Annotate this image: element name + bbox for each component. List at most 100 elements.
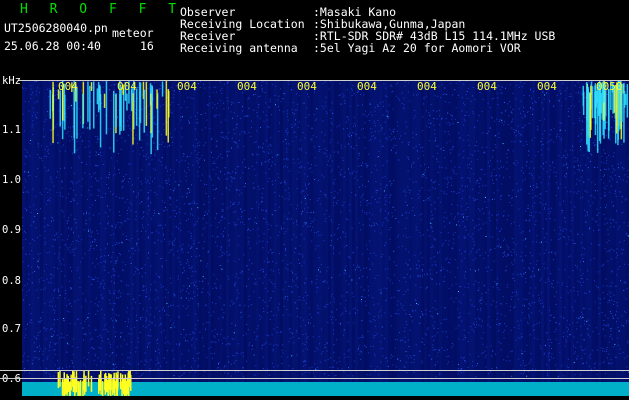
waterfall-band xyxy=(346,80,349,396)
x-tick-label: 004 xyxy=(357,80,377,93)
meteor-streak xyxy=(93,81,95,129)
meteor-streak xyxy=(113,90,115,153)
waterfall-band xyxy=(568,80,571,396)
waterfall-band xyxy=(301,80,304,396)
y-tick-label: 0.6 xyxy=(2,373,21,385)
waterfall-band xyxy=(256,80,259,396)
waterfall-band xyxy=(325,80,328,396)
meteor-streak xyxy=(87,81,89,122)
spectrogram xyxy=(22,80,629,396)
x-tick-label: 004 xyxy=(117,80,137,93)
waterfall-band xyxy=(169,80,172,396)
meteor-streak xyxy=(626,84,629,118)
waterfall-band xyxy=(49,80,52,396)
carrier-spike xyxy=(79,380,82,396)
meteor-streak xyxy=(135,88,138,126)
carrier-spike xyxy=(82,380,84,396)
meteor-streak xyxy=(103,93,106,108)
waterfall-band xyxy=(445,80,448,396)
waterfall-band xyxy=(364,80,367,396)
meteor-streak xyxy=(156,89,158,109)
mode-label: meteor xyxy=(112,26,154,40)
waterfall-band xyxy=(109,80,112,396)
waterfall-band xyxy=(475,80,478,396)
y-tick-label: 1.0 xyxy=(2,174,21,186)
waterfall-band xyxy=(37,80,40,396)
carrier-spike xyxy=(117,371,119,388)
carrier-spike xyxy=(113,372,115,389)
carrier-spike xyxy=(77,380,79,396)
waterfall-band xyxy=(193,80,196,396)
meteor-streak xyxy=(115,93,117,128)
waterfall-band xyxy=(136,80,139,396)
meteor-streak xyxy=(143,89,145,133)
waterfall-band xyxy=(337,80,340,396)
waterfall-band xyxy=(172,80,175,396)
waterfall-band xyxy=(178,80,181,396)
waterfall-band xyxy=(583,80,586,396)
waterfall-band xyxy=(55,80,58,396)
meteor-streak xyxy=(96,88,99,105)
meteor-streak xyxy=(49,89,51,119)
waterfall-plot xyxy=(22,80,629,396)
meteor-streak xyxy=(138,81,141,141)
waterfall-band xyxy=(280,80,283,396)
waterfall-band xyxy=(307,80,310,396)
carrier-spike xyxy=(57,372,60,389)
waterfall-band xyxy=(103,80,106,396)
carrier-spike xyxy=(68,381,71,396)
meteor-streak xyxy=(167,89,169,143)
waterfall-band xyxy=(214,80,217,396)
file-name: UT2506280040.pn xyxy=(4,21,108,35)
waterfall-band xyxy=(310,80,313,396)
waterfall-band xyxy=(547,80,550,396)
waterfall-band xyxy=(376,80,379,396)
waterfall-band xyxy=(508,80,511,396)
waterfall-band xyxy=(286,80,289,396)
waterfall-band xyxy=(202,80,205,396)
waterfall-band xyxy=(370,80,373,396)
meteor-streak xyxy=(165,81,168,136)
reference-line xyxy=(0,370,629,371)
waterfall-band xyxy=(340,80,343,396)
carrier-spike xyxy=(101,381,104,396)
carrier-spike xyxy=(108,373,110,390)
waterfall-band xyxy=(499,80,502,396)
x-tick-label: 004 xyxy=(477,80,497,93)
carrier-spike xyxy=(61,379,64,396)
waterfall-band xyxy=(388,80,391,396)
waterfall-band xyxy=(46,80,49,396)
y-unit-label: kHz xyxy=(2,75,21,87)
meteor-streak xyxy=(589,92,591,138)
waterfall-band xyxy=(316,80,319,396)
x-tick-label: 004 xyxy=(297,80,317,93)
meteor-streak xyxy=(64,94,66,130)
waterfall-band xyxy=(223,80,226,396)
waterfall-band xyxy=(217,80,220,396)
meteor-streak xyxy=(59,90,61,127)
x-tick-label: 004 xyxy=(237,80,257,93)
waterfall-band xyxy=(625,80,628,396)
waterfall-band xyxy=(505,80,508,396)
waterfall-band xyxy=(226,80,229,396)
waterfall-band xyxy=(199,80,202,396)
waterfall-band xyxy=(220,80,223,396)
waterfall-band xyxy=(493,80,496,396)
antenna-value: :5el Yagi Az 20 for Aomori VOR xyxy=(313,41,521,55)
waterfall-band xyxy=(163,80,166,396)
waterfall-band xyxy=(394,80,397,396)
waterfall-band xyxy=(319,80,322,396)
meteor-streak xyxy=(90,82,93,91)
meteor-streak xyxy=(99,94,102,148)
waterfall-band xyxy=(517,80,520,396)
waterfall-band xyxy=(466,80,469,396)
waterfall-band xyxy=(277,80,280,396)
waterfall-band xyxy=(580,80,583,396)
meteor-streak xyxy=(73,90,76,154)
waterfall-band xyxy=(313,80,316,396)
waterfall-band xyxy=(367,80,370,396)
waterfall-band xyxy=(334,80,337,396)
meteor-streak xyxy=(89,85,91,130)
y-tick-label: 1.1 xyxy=(2,124,21,136)
waterfall-band xyxy=(265,80,268,396)
